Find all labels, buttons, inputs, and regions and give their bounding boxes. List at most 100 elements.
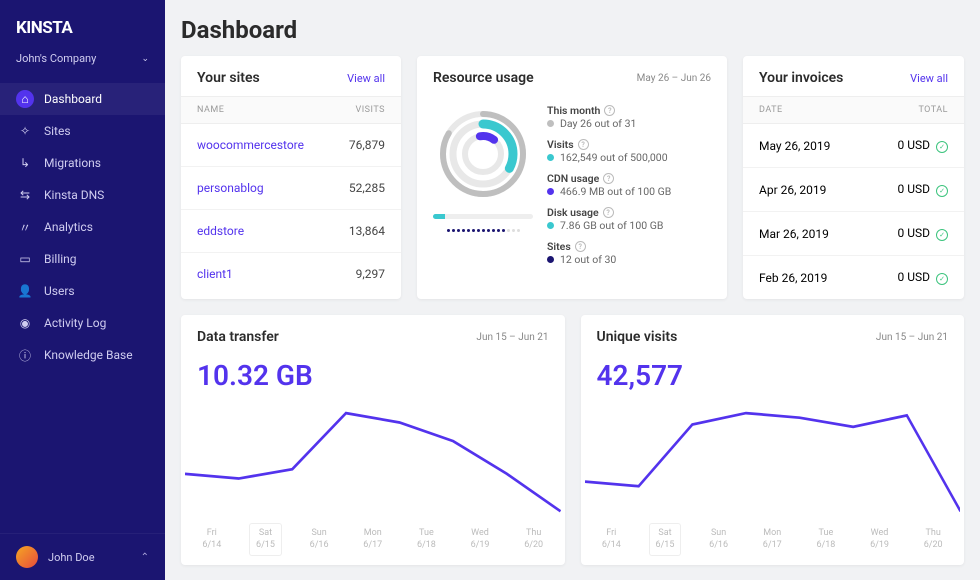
nav-label: Analytics — [44, 220, 93, 234]
transfer-title: Data transfer — [197, 329, 279, 345]
main-content: Dashboard Your sites View all NAME VISIT… — [165, 0, 980, 580]
metric-cdn-val: 466.9 MB out of 100 GB — [560, 185, 671, 198]
nav-label: Activity Log — [44, 316, 106, 330]
line-chart-icon — [585, 400, 961, 520]
sidebar-item-analytics[interactable]: 〃Analytics — [0, 211, 165, 243]
sidebar-item-sites[interactable]: ✧Sites — [0, 115, 165, 147]
help-icon[interactable]: ? — [604, 105, 615, 116]
nav-icon: ⌂ — [16, 90, 34, 108]
site-link[interactable]: client1 — [197, 267, 233, 281]
invoice-date: May 26, 2019 — [759, 139, 830, 153]
chart-tick[interactable]: Tue6/18 — [810, 524, 841, 555]
nav-icon: 👤 — [16, 282, 34, 300]
invoice-total: 0 USD✓ — [897, 182, 948, 197]
visits-value: 13,864 — [349, 224, 385, 238]
transfer-value: 10.32 GB — [181, 355, 565, 400]
table-row: personablog52,285 — [181, 167, 401, 210]
sidebar: KINSTA John's Company ⌄ ⌂ Dashboard ✧Sites… — [0, 0, 165, 580]
usage-bar — [433, 214, 533, 219]
visits-value: 9,297 — [356, 267, 385, 281]
site-link[interactable]: personablog — [197, 181, 264, 195]
invoice-total: 0 USD✓ — [897, 226, 948, 241]
invoice-date: Apr 26, 2019 — [759, 183, 826, 197]
metric-visits-val: 162,549 out of 500,000 — [560, 151, 668, 164]
invoices-title: Your invoices — [759, 70, 843, 86]
sidebar-item-kinsta-dns[interactable]: ⇆Kinsta DNS — [0, 179, 165, 211]
chart-tick[interactable]: Fri6/14 — [196, 524, 227, 555]
table-row: woocommercestore76,879 — [181, 124, 401, 167]
metric-disk-title: Disk usage — [547, 206, 599, 219]
help-icon[interactable]: ? — [603, 207, 614, 218]
sites-title: Your sites — [197, 70, 260, 86]
sidebar-item-activity-log[interactable]: ◉ Activity Log — [0, 307, 165, 339]
data-transfer-card: Data transfer Jun 15 – Jun 21 10.32 GB F… — [181, 315, 565, 565]
chart-tick[interactable]: Fri6/14 — [596, 524, 627, 555]
table-row: May 26, 2019 0 USD✓ — [743, 124, 964, 168]
line-chart-icon — [185, 400, 561, 520]
chevron-up-icon: ⌃ — [141, 552, 149, 563]
chart-tick[interactable]: Wed6/19 — [465, 524, 496, 555]
user-menu[interactable]: John Doe ⌃ — [0, 533, 165, 580]
donut-chart-icon — [433, 104, 533, 204]
nav-label: Knowledge Base — [44, 348, 133, 362]
site-link[interactable]: eddstore — [197, 224, 244, 238]
table-row: client1 9,297 — [181, 253, 401, 295]
col-name: NAME — [197, 105, 224, 115]
invoice-date: Feb 26, 2019 — [759, 271, 827, 285]
visits-range: Jun 15 – Jun 21 — [876, 332, 948, 343]
sidebar-item-migrations[interactable]: ↳Migrations — [0, 147, 165, 179]
metric-sites-val: 12 out of 30 — [560, 253, 616, 266]
chart-tick[interactable]: Mon6/17 — [757, 524, 788, 555]
user-name: John Doe — [48, 551, 95, 564]
chart-tick[interactable]: Thu6/20 — [518, 524, 549, 555]
nav-icon: ⇆ — [16, 186, 34, 204]
table-row: Mar 26, 20190 USD✓ — [743, 212, 964, 256]
sites-card: Your sites View all NAME VISITS woocomme… — [181, 56, 401, 299]
nav-label: Dashboard — [44, 92, 102, 106]
company-switcher[interactable]: John's Company ⌄ — [0, 52, 165, 83]
unique-visits-card: Unique visits Jun 15 – Jun 21 42,577 Fri… — [581, 315, 965, 565]
resource-title: Resource usage — [433, 70, 534, 86]
metric-cdn-title: CDN usage — [547, 172, 599, 185]
chart-tick[interactable]: Sun6/16 — [304, 524, 335, 555]
sidebar-item-users[interactable]: 👤 Users — [0, 275, 165, 307]
chevron-down-icon: ⌄ — [141, 54, 149, 64]
nav-icon: ⓘ — [16, 346, 34, 364]
brand-logo: KINSTA — [0, 18, 165, 52]
table-row: eddstore 13,864 — [181, 210, 401, 253]
nav-icon: ▭ — [16, 250, 34, 268]
chart-tick[interactable]: Mon6/17 — [357, 524, 388, 555]
help-icon[interactable]: ? — [578, 139, 589, 150]
resource-range: May 26 – Jun 26 — [637, 73, 711, 84]
nav-label: Billing — [44, 252, 77, 266]
table-row: Feb 26, 20190 USD✓ — [743, 256, 964, 299]
nav-label: Users — [44, 284, 75, 298]
sidebar-item-knowledge-base[interactable]: ⓘ Knowledge Base — [0, 339, 165, 371]
help-icon[interactable]: ? — [575, 241, 586, 252]
chart-tick[interactable]: Wed6/19 — [864, 524, 895, 555]
metric-month-val: Day 26 out of 31 — [560, 117, 636, 130]
invoices-card: Your invoices View all DATE TOTAL May 26… — [743, 56, 964, 299]
invoice-total: 0 USD✓ — [897, 138, 948, 153]
site-link[interactable]: woocommercestore — [197, 138, 304, 152]
help-icon[interactable]: ? — [603, 173, 614, 184]
company-name: John's Company — [16, 52, 96, 65]
chart-tick[interactable]: Thu6/20 — [918, 524, 949, 555]
chart-tick[interactable]: Sat6/15 — [650, 524, 681, 555]
avatar — [16, 546, 38, 568]
sidebar-item-dashboard[interactable]: ⌂ Dashboard — [0, 83, 165, 115]
col-visits: VISITS — [356, 105, 386, 115]
check-icon: ✓ — [936, 141, 948, 153]
metric-disk-val: 7.86 GB out of 100 GB — [560, 219, 663, 232]
chart-tick[interactable]: Tue6/18 — [411, 524, 442, 555]
chart-tick[interactable]: Sat6/15 — [250, 524, 281, 555]
chart-tick[interactable]: Sun6/16 — [703, 524, 734, 555]
sites-viewall-link[interactable]: View all — [347, 72, 385, 85]
sites-dots-icon — [447, 229, 520, 232]
page-title: Dashboard — [181, 16, 964, 44]
nav-icon: ◉ — [16, 314, 34, 332]
sidebar-item-billing[interactable]: ▭ Billing — [0, 243, 165, 275]
transfer-range: Jun 15 – Jun 21 — [476, 332, 548, 343]
invoices-viewall-link[interactable]: View all — [910, 72, 948, 85]
col-total: TOTAL — [918, 105, 948, 115]
